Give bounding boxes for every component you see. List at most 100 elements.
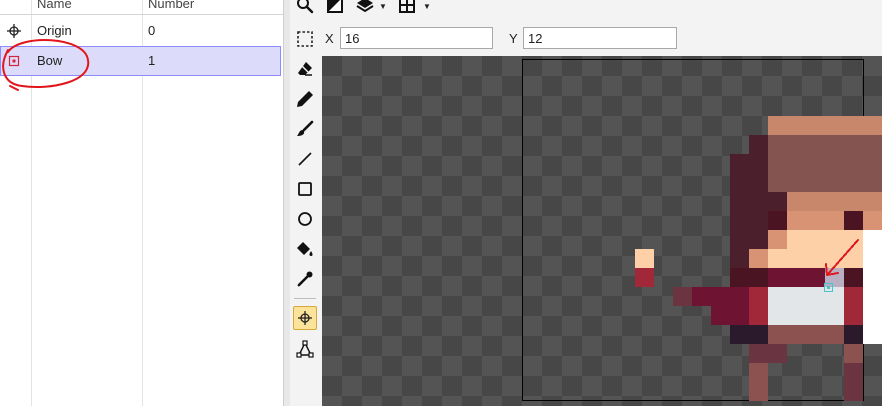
- selection-icon[interactable]: [294, 28, 316, 50]
- sprite-pixel: [844, 173, 863, 192]
- fill-bucket-icon[interactable]: [293, 237, 317, 261]
- x-coordinate-input[interactable]: [340, 27, 493, 49]
- sprite-pixel: [749, 363, 768, 382]
- sprite-pixel: [844, 116, 863, 135]
- sprite-pixel: [806, 287, 825, 306]
- sprite-pixel: [787, 230, 806, 249]
- column-header-number[interactable]: Number: [148, 0, 194, 14]
- sprite-pixel: [844, 344, 863, 363]
- sprite-pixel: [768, 154, 787, 173]
- sprite-pixel: [749, 382, 768, 401]
- sprite-pixel: [730, 249, 749, 268]
- sprite-pixel: [749, 325, 768, 344]
- sprite-pixel: [749, 211, 768, 230]
- sprite-pixel: [863, 325, 882, 344]
- sprite-pixel: [768, 192, 787, 211]
- sprite-pixel: [768, 249, 787, 268]
- row-name: Origin: [37, 23, 72, 38]
- column-header-name[interactable]: Name: [37, 0, 72, 14]
- sprite-pixel: [863, 154, 882, 173]
- sprite-pixel: [768, 306, 787, 325]
- sprite-pixel: [863, 287, 882, 306]
- point-square-icon: [6, 53, 22, 69]
- eyedropper-icon[interactable]: [293, 267, 317, 291]
- sprite-canvas[interactable]: [322, 56, 882, 406]
- sprite-pixel: [768, 230, 787, 249]
- contrast-icon[interactable]: [324, 0, 346, 16]
- sprite-pixel: [825, 325, 844, 344]
- sprite-pixel: [749, 230, 768, 249]
- header-divider: [0, 14, 283, 15]
- polygon-tool-icon[interactable]: [293, 337, 317, 361]
- sprite-pixel: [825, 116, 844, 135]
- row-number: 1: [148, 53, 156, 68]
- sprite-pixel: [825, 268, 844, 287]
- pixel-character-sprite: [635, 116, 882, 401]
- sprite-pixel: [844, 363, 863, 382]
- sprite-pixel: [787, 211, 806, 230]
- sprite-pixel: [863, 268, 882, 287]
- sprite-pixel: [730, 192, 749, 211]
- grid-icon[interactable]: [396, 0, 418, 16]
- sprite-pixel: [730, 287, 749, 306]
- layers-dropdown-caret-icon[interactable]: ▼: [379, 2, 387, 11]
- sprite-pixel: [825, 211, 844, 230]
- sprite-pixel: [768, 116, 787, 135]
- panel-splitter[interactable]: [283, 0, 290, 406]
- table-row[interactable]: Origin 0: [0, 16, 281, 46]
- sprite-pixel: [844, 382, 863, 401]
- sprite-pixel: [844, 211, 863, 230]
- ellipse-icon[interactable]: [293, 207, 317, 231]
- sprite-pixel: [730, 230, 749, 249]
- sprite-pixel: [768, 135, 787, 154]
- sprite-pixel: [844, 287, 863, 306]
- sprite-pixel: [787, 287, 806, 306]
- sprite-pixel: [768, 268, 787, 287]
- sprite-pixel: [863, 173, 882, 192]
- y-label: Y: [509, 31, 518, 46]
- sprite-pixel: [768, 344, 787, 363]
- sprite-pixel: [863, 135, 882, 154]
- sprite-pixel: [749, 192, 768, 211]
- sprite-pixel: [806, 306, 825, 325]
- sprite-pixel: [730, 306, 749, 325]
- sprite-pixel: [825, 230, 844, 249]
- point-tool-icon[interactable]: [293, 306, 317, 330]
- line-icon[interactable]: [293, 147, 317, 171]
- sprite-pixel: [806, 192, 825, 211]
- origin-crosshair-icon: [6, 23, 22, 39]
- sprite-pixel: [806, 173, 825, 192]
- sprite-pixel: [787, 268, 806, 287]
- eraser-icon[interactable]: [293, 57, 317, 81]
- sprite-pixel: [863, 249, 882, 268]
- sprite-pixel: [749, 154, 768, 173]
- search-icon[interactable]: [294, 0, 316, 16]
- sprite-pixel: [825, 173, 844, 192]
- sprite-pixel: [635, 249, 654, 268]
- sprite-editor: ▼ ▼ X Y: [290, 0, 882, 406]
- sprite-pixel: [730, 154, 749, 173]
- sprite-pixel: [787, 173, 806, 192]
- sprite-pixel: [787, 306, 806, 325]
- layers-icon[interactable]: [354, 0, 376, 16]
- sprite-pixel: [844, 325, 863, 344]
- sprite-pixel: [787, 135, 806, 154]
- sprite-pixel: [806, 268, 825, 287]
- rectangle-icon[interactable]: [293, 177, 317, 201]
- pencil-icon[interactable]: [293, 87, 317, 111]
- sprite-pixel: [787, 249, 806, 268]
- table-row-selected[interactable]: Bow 1: [0, 46, 281, 76]
- sprite-pixel: [844, 154, 863, 173]
- sprite-pixel: [635, 268, 654, 287]
- sprite-pixel: [806, 230, 825, 249]
- y-coordinate-input[interactable]: [523, 27, 677, 49]
- sprite-pixel: [768, 325, 787, 344]
- sprite-pixel: [730, 325, 749, 344]
- sprite-pixel: [749, 135, 768, 154]
- sprite-pixel: [749, 268, 768, 287]
- brush-icon[interactable]: [293, 117, 317, 141]
- sprite-pixel: [825, 287, 844, 306]
- row-number: 0: [148, 23, 156, 38]
- sprite-pixel: [749, 249, 768, 268]
- grid-dropdown-caret-icon[interactable]: ▼: [423, 2, 431, 11]
